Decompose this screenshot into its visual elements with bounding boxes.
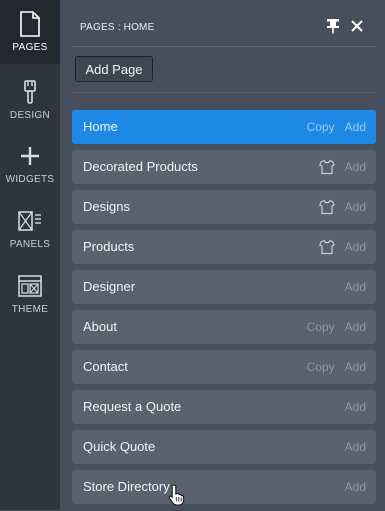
page-row-actions: Copy Add [307,350,366,384]
add-subpage-link[interactable]: Add [345,360,366,374]
page-row-label: Designer [83,279,136,294]
page-row-label: Products [83,239,135,254]
add-subpage-link[interactable]: Add [345,280,366,294]
copy-page-link[interactable]: Copy [307,320,335,334]
page-row-label: Request a Quote [83,399,182,414]
tshirt-icon[interactable] [318,159,335,175]
page-row[interactable]: Store Directory Add [72,470,376,504]
add-subpage-link[interactable]: Add [345,320,366,334]
page-row[interactable]: Home Copy Add [72,110,376,144]
page-row-actions: Copy Add [307,310,366,344]
page-row[interactable]: About Copy Add [72,310,376,344]
rail-label-pages: PAGES [12,42,48,53]
rail-item-pages[interactable]: PAGES [0,0,60,64]
page-icon [16,10,44,38]
close-icon[interactable] [349,18,365,34]
divider [72,46,377,47]
pin-icon[interactable] [325,18,341,34]
copy-page-link[interactable]: Copy [307,360,335,374]
plus-icon [16,142,44,170]
page-row-actions: Add [318,230,366,264]
page-row-actions: Copy Add [307,110,366,144]
add-subpage-link[interactable]: Add [345,160,366,174]
add-subpage-link[interactable]: Add [345,120,366,134]
tshirt-icon[interactable] [318,199,335,215]
add-subpage-link[interactable]: Add [345,200,366,214]
page-row-actions: Add [345,390,366,424]
rail-label-widgets: WIDGETS [5,174,55,185]
page-row-actions: Add [345,270,366,304]
panel-header: PAGES : HOME [80,19,365,38]
panel-icon [16,207,44,235]
page-row-actions: Add [345,430,366,464]
page-row[interactable]: Decorated Products Add [72,150,376,184]
copy-page-link[interactable]: Copy [307,120,335,134]
left-nav-rail: PAGES DESIGN WIDGETS PANELS THEME [0,0,60,510]
page-row-actions: Add [318,150,366,184]
page-row-label: Contact [83,359,128,374]
page-row-label: Store Directory [83,479,170,494]
page-row-actions: Add [318,190,366,224]
tshirt-icon[interactable] [318,239,335,255]
page-row[interactable]: Request a Quote Add [72,390,376,424]
page-row[interactable]: Contact Copy Add [72,350,376,384]
theme-icon [16,272,44,300]
divider [72,92,377,93]
brush-icon [16,78,44,106]
add-subpage-link[interactable]: Add [345,240,366,254]
page-row[interactable]: Products Add [72,230,376,264]
page-row-label: Quick Quote [83,439,156,454]
rail-label-panels: PANELS [9,239,51,250]
add-subpage-link[interactable]: Add [345,400,366,414]
add-page-button[interactable]: Add Page [75,56,153,82]
pages-panel: PAGES : HOME Add Page Home Copy Add Decorat… [60,0,385,510]
page-list: Home Copy Add Decorated Products Add Designs A… [72,110,376,510]
page-row-label: About [83,319,117,334]
page-row[interactable]: Quick Quote Add [72,430,376,464]
rail-item-panels[interactable]: PANELS [0,197,60,261]
rail-item-widgets[interactable]: WIDGETS [0,132,60,196]
rail-item-design[interactable]: DESIGN [0,68,60,132]
hand-cursor-icon [168,484,186,506]
page-row-label: Decorated Products [83,159,198,174]
add-subpage-link[interactable]: Add [345,480,366,494]
rail-label-design: DESIGN [9,110,51,121]
page-row-label: Designs [83,199,130,214]
page-row[interactable]: Designer Add [72,270,376,304]
add-subpage-link[interactable]: Add [345,440,366,454]
page-row-label: Home [83,119,118,134]
rail-label-theme: THEME [11,304,49,315]
breadcrumb: PAGES : HOME [80,22,155,33]
page-row-actions: Add [345,470,366,504]
page-row[interactable]: Designs Add [72,190,376,224]
rail-item-theme[interactable]: THEME [0,262,60,326]
